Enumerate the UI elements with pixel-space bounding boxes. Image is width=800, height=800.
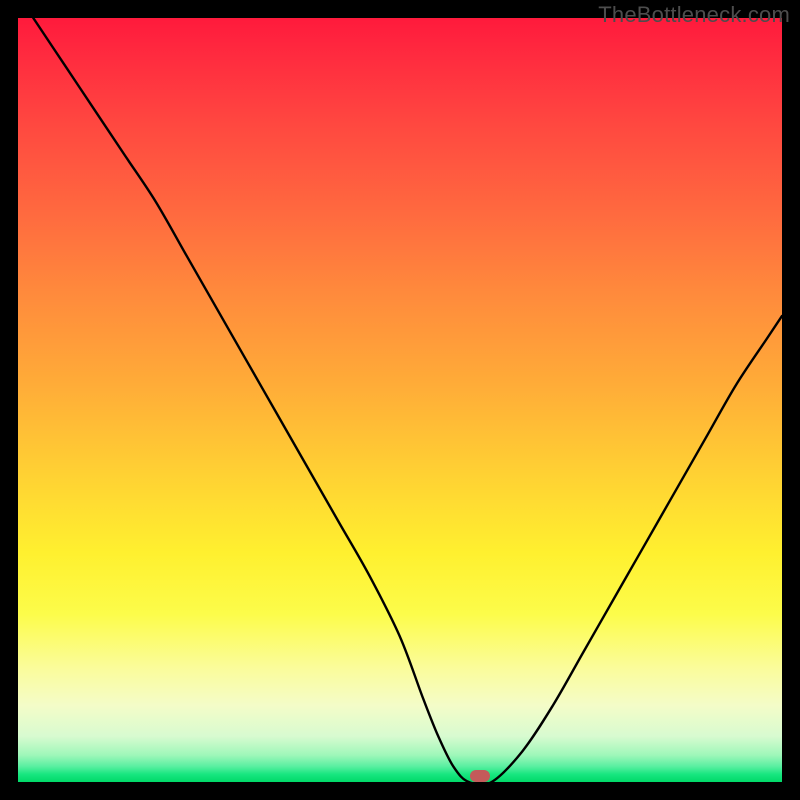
bottleneck-curve: [18, 18, 782, 782]
chart-frame: TheBottleneck.com: [0, 0, 800, 800]
plot-area: [18, 18, 782, 782]
curve-path: [33, 18, 782, 782]
watermark-text: TheBottleneck.com: [598, 2, 790, 28]
minimum-marker: [470, 770, 490, 782]
